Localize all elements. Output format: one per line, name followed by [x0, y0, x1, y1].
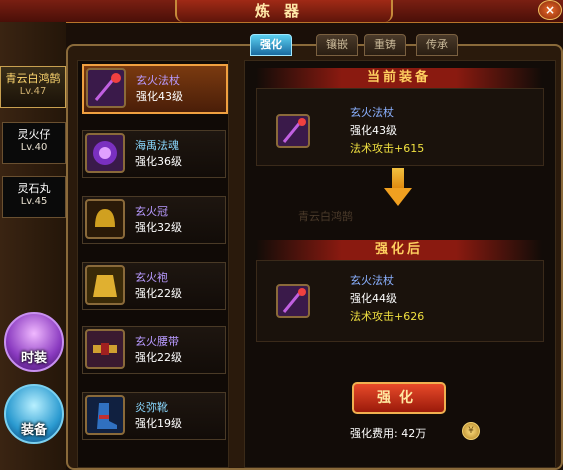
coin-icon[interactable]: ¥	[462, 422, 480, 440]
watermark-text: 青云白鸿鹄	[298, 210, 353, 223]
belt-icon	[85, 329, 125, 369]
character-item[interactable]: 灵火仔 Lv.40	[2, 122, 66, 164]
after-name: 玄火法杖	[350, 274, 394, 287]
equipment-label: 装备	[20, 423, 47, 438]
arrow-head-icon	[384, 188, 412, 206]
fashion-label: 时装	[20, 351, 47, 366]
current-attack: 法术攻击+615	[350, 142, 425, 155]
robe-icon	[85, 265, 125, 305]
item-level: 强化36级	[135, 155, 182, 168]
current-info: 玄火法杖 强化43级 法术攻击+615	[350, 104, 424, 158]
list-item[interactable]: 玄火法杖 强化43级	[82, 64, 228, 114]
list-item[interactable]: 玄火袍 强化22级	[82, 262, 226, 310]
tab-enhance[interactable]: 强化	[250, 34, 292, 56]
character-name: 灵石丸	[17, 182, 51, 195]
character-level: Lv.40	[20, 142, 48, 153]
item-name: 玄火冠	[135, 205, 168, 218]
character-level: Lv.47	[19, 86, 47, 97]
arrow-down-icon	[392, 168, 404, 188]
list-item[interactable]: 炎弥靴 强化19级	[82, 392, 226, 440]
list-item[interactable]: 玄火冠 强化32级	[82, 196, 226, 244]
list-item[interactable]: 海禹法魂 强化36级	[82, 130, 226, 178]
item-name: 海禹法魂	[135, 139, 179, 152]
staff-icon	[86, 68, 126, 108]
item-name: 炎弥靴	[135, 401, 168, 414]
item-level: 强化19级	[135, 417, 182, 430]
tab-inlay[interactable]: 镶嵌	[316, 34, 358, 56]
helmet-icon	[85, 199, 125, 239]
item-name: 玄火法杖	[136, 74, 180, 87]
after-attack: 法术攻击+626	[350, 310, 425, 323]
close-icon: ×	[544, 3, 556, 17]
equipment-button[interactable]: 装备	[4, 384, 64, 444]
after-header: 强化后	[256, 240, 542, 260]
character-level: Lv.45	[20, 196, 48, 207]
item-name: 玄火袍	[135, 271, 168, 284]
item-level: 强化32级	[135, 221, 182, 234]
enhance-button[interactable]: 强化	[352, 382, 446, 414]
current-header: 当前装备	[256, 68, 542, 88]
staff-icon	[276, 284, 310, 318]
item-name: 玄火腰带	[135, 335, 179, 348]
current-name: 玄火法杖	[350, 106, 394, 119]
after-info: 玄火法杖 强化44级 法术攻击+626	[350, 272, 424, 326]
fashion-button[interactable]: 时装	[4, 312, 64, 372]
list-item[interactable]: 玄火腰带 强化22级	[82, 326, 226, 374]
staff-icon	[276, 114, 310, 148]
window-title: 炼器	[175, 0, 393, 22]
character-item[interactable]: 灵石丸 Lv.45	[2, 176, 66, 218]
character-item[interactable]: 青云白鸿鹄 Lv.47	[0, 66, 66, 108]
swirl-soul-icon	[85, 133, 125, 173]
tab-inherit[interactable]: 传承	[416, 34, 458, 56]
current-level: 强化43级	[350, 124, 397, 137]
close-button[interactable]: ×	[538, 0, 562, 20]
character-name: 青云白鸿鹄	[5, 72, 61, 85]
item-level: 强化22级	[135, 351, 182, 364]
item-level: 强化22级	[135, 287, 182, 300]
item-level: 强化43级	[136, 90, 183, 103]
boots-icon	[85, 395, 125, 435]
after-level: 强化44级	[350, 292, 397, 305]
character-name: 灵火仔	[17, 128, 51, 141]
enhance-cost: 强化费用: 42万	[350, 427, 427, 440]
tab-reforge[interactable]: 重铸	[364, 34, 406, 56]
